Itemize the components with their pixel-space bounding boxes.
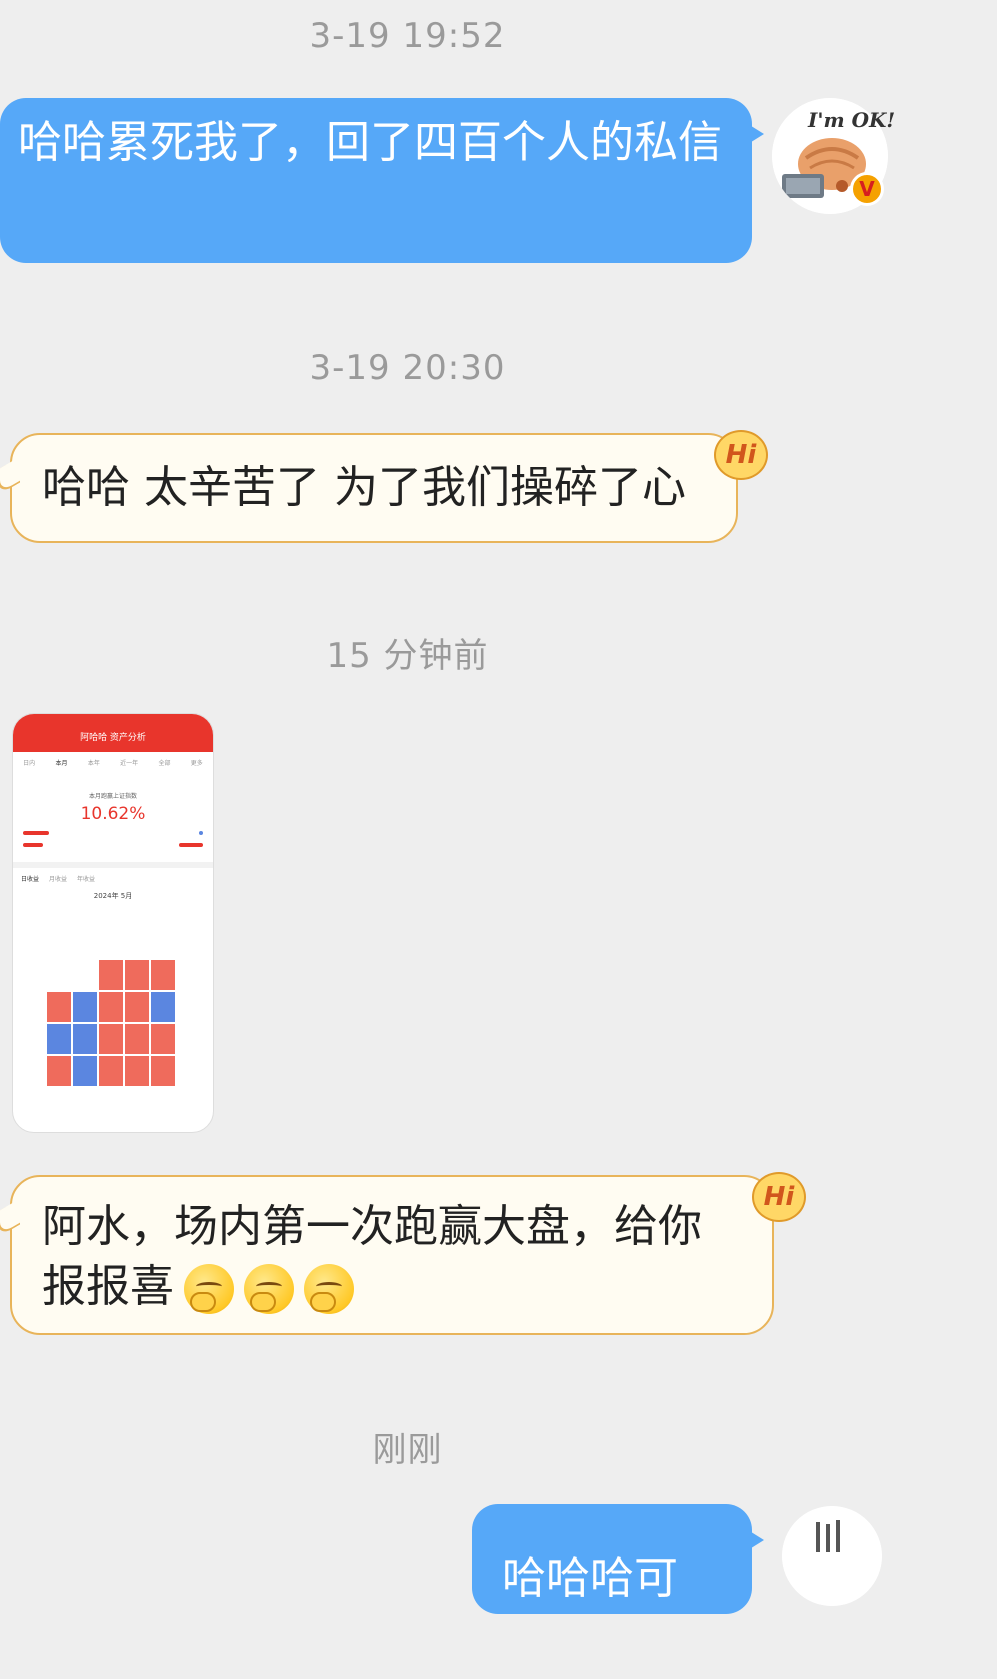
thumbnail-month: 2024年 5月: [93, 892, 133, 900]
thumbnail-subtab: 月收益: [49, 876, 68, 883]
timestamp: 15 分钟前: [326, 636, 489, 676]
avatar-sticker-image: [782, 1506, 882, 1606]
bubble-tail: [0, 456, 20, 496]
timestamp: 3-19 20:30: [309, 348, 506, 388]
thumbnail-tabs: 日内 本月 本年 近一年 全部 更多: [13, 758, 213, 767]
incoming-message[interactable]: 阿水，场内第一次跑赢大盘，给你报报喜: [0, 1175, 774, 1335]
thumbnail-metric-value: 10.62%: [80, 804, 146, 824]
thumbnail-tab: 更多: [190, 760, 203, 767]
hi-badge-icon: Hi: [752, 1172, 806, 1222]
avatar[interactable]: [782, 1506, 882, 1606]
avatar-sticker-text: I'm OK!: [808, 108, 896, 132]
thumbnail-tab: 日内: [23, 760, 36, 767]
thinking-emoji-icon: [184, 1264, 234, 1314]
thumbnail-subtabs: 日收益 月收益 年收益: [13, 868, 213, 889]
outgoing-message[interactable]: 哈哈累死我了，回了四百个人的私信: [0, 98, 764, 263]
thumbnail-tab: 本年: [87, 760, 100, 767]
timestamp: 3-19 19:52: [309, 16, 506, 56]
thinking-emoji-icon: [244, 1264, 294, 1314]
thumbnail-metric-label: 本月跑赢上证指数: [88, 793, 137, 800]
thumbnail-tab: 本月: [55, 760, 68, 767]
message-text: 哈哈 太辛苦了 为了我们操碎了心: [42, 462, 686, 513]
screen-bottom-edge: [0, 1668, 997, 1679]
thumbnail-calendar: [21, 960, 205, 1088]
incoming-message[interactable]: 哈哈 太辛苦了 为了我们操碎了心: [0, 433, 738, 543]
outgoing-message[interactable]: 哈哈哈可: [472, 1504, 764, 1614]
thumbnail-subtab: 日收益: [21, 876, 40, 883]
thumbnail-tab: 全部: [158, 760, 171, 767]
verified-badge-icon: V: [850, 172, 884, 206]
timestamp: 刚刚: [372, 1430, 443, 1470]
thinking-emoji-icon: [304, 1264, 354, 1314]
thumbnail-tab: 近一年: [120, 760, 139, 767]
message-text: 阿水，场内第一次跑赢大盘，给你报报喜: [42, 1201, 702, 1312]
message-text: 哈哈哈可: [502, 1553, 678, 1604]
thumbnail-header: 阿哈哈 资产分析: [13, 714, 213, 752]
bubble-tail: [0, 1198, 20, 1238]
thumbnail-subtab: 年收益: [77, 876, 96, 883]
message-text: 哈哈累死我了，回了四百个人的私信: [18, 117, 722, 168]
thumbnail-compare-row: [13, 842, 213, 848]
hi-badge-icon: Hi: [714, 430, 768, 480]
thumbnail-compare-row: [13, 830, 213, 836]
shared-screenshot-thumbnail[interactable]: 阿哈哈 资产分析 日内 本月 本年 近一年 全部 更多 本月跑赢上证指数 10.…: [12, 713, 214, 1133]
